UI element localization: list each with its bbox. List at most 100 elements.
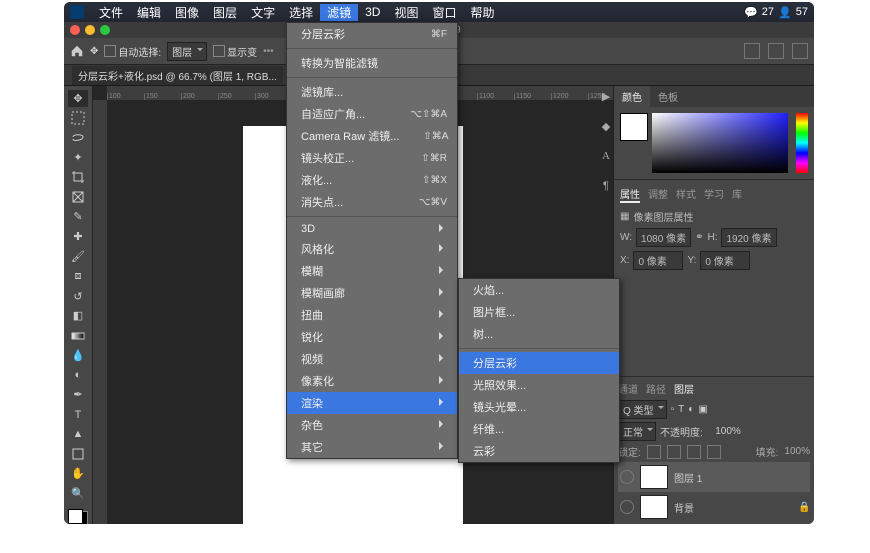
- blend-mode-select[interactable]: 正常: [618, 422, 656, 441]
- filter-submenu-item[interactable]: 杂色: [287, 414, 457, 436]
- render-menu-item[interactable]: 分层云彩: [459, 352, 619, 374]
- share-icon[interactable]: [792, 43, 808, 59]
- tool-shape[interactable]: [68, 446, 88, 463]
- menu-select[interactable]: 选择: [282, 4, 320, 21]
- filter-submenu-item[interactable]: 锐化: [287, 326, 457, 348]
- width-field[interactable]: 1080 像素: [636, 228, 691, 247]
- tool-crop[interactable]: [68, 169, 88, 186]
- filter-icon-4[interactable]: ▣: [698, 404, 707, 415]
- tab-learn[interactable]: 学习: [704, 186, 724, 203]
- x-field[interactable]: 0 像素: [633, 251, 683, 270]
- brushes-panel-icon[interactable]: ◆: [598, 118, 614, 134]
- color-field[interactable]: [652, 113, 788, 173]
- tab-layers[interactable]: 图层: [674, 381, 694, 396]
- char-panel-icon[interactable]: A: [598, 148, 614, 164]
- render-menu-item[interactable]: 纤维...: [459, 418, 619, 440]
- home-icon[interactable]: [70, 44, 84, 58]
- filter-submenu-item[interactable]: 模糊画廊: [287, 282, 457, 304]
- tool-gradient[interactable]: [68, 327, 88, 344]
- tool-zoom[interactable]: 🔍: [68, 485, 88, 502]
- opacity-value[interactable]: 100%: [707, 426, 741, 437]
- menu-view[interactable]: 视图: [387, 4, 425, 21]
- filter-icon-1[interactable]: ▫: [671, 404, 675, 415]
- tab-styles[interactable]: 样式: [676, 186, 696, 203]
- tool-eraser[interactable]: ◧: [68, 307, 88, 324]
- tool-type[interactable]: T: [68, 406, 88, 423]
- height-field[interactable]: 1920 像素: [721, 228, 776, 247]
- align-options[interactable]: •••: [263, 46, 274, 57]
- render-menu-item[interactable]: 镜头光晕...: [459, 396, 619, 418]
- filter-last-used[interactable]: 分层云彩 ⌘F: [287, 23, 457, 45]
- search-icon[interactable]: [744, 43, 760, 59]
- tool-wand[interactable]: ✦: [68, 149, 88, 166]
- convert-smart-filter[interactable]: 转换为智能滤镜: [287, 52, 457, 74]
- tab-color[interactable]: 颜色: [614, 86, 650, 107]
- layer-filter-type[interactable]: Q 类型: [618, 400, 667, 419]
- close-window-button[interactable]: [70, 25, 80, 35]
- lock-brush-icon[interactable]: [667, 445, 681, 459]
- render-menu-item[interactable]: 图片框...: [459, 301, 619, 323]
- filter-submenu-item[interactable]: 扭曲: [287, 304, 457, 326]
- auto-select-check[interactable]: 自动选择:: [104, 44, 161, 59]
- menu-edit[interactable]: 编辑: [130, 4, 168, 21]
- filter-menu-item[interactable]: 液化...⇧⌘X: [287, 169, 457, 191]
- filter-menu-item[interactable]: 镜头校正...⇧⌘R: [287, 147, 457, 169]
- tab-paths[interactable]: 路径: [646, 381, 666, 396]
- menu-image[interactable]: 图像: [168, 4, 206, 21]
- fill-value[interactable]: 100%: [784, 446, 810, 457]
- history-panel-icon[interactable]: ▶: [598, 88, 614, 104]
- tool-blur[interactable]: 💧: [68, 347, 88, 364]
- render-menu-item[interactable]: 光照效果...: [459, 374, 619, 396]
- filter-submenu-item[interactable]: 模糊: [287, 260, 457, 282]
- maximize-window-button[interactable]: [100, 25, 110, 35]
- filter-icon-3[interactable]: ◐: [688, 404, 694, 415]
- layer-row-1[interactable]: 图层 1: [618, 462, 810, 492]
- tool-stamp[interactable]: ⧈: [68, 268, 88, 285]
- tool-dodge[interactable]: ◐: [68, 367, 88, 384]
- minimize-window-button[interactable]: [85, 25, 95, 35]
- menu-help[interactable]: 帮助: [463, 4, 501, 21]
- color-swatches[interactable]: [68, 509, 88, 524]
- filter-menu-item[interactable]: 滤镜库...: [287, 81, 457, 103]
- tool-frame[interactable]: [68, 189, 88, 206]
- y-field[interactable]: 0 像素: [700, 251, 750, 270]
- layer-thumbnail[interactable]: [640, 465, 668, 489]
- filter-submenu-item[interactable]: 其它: [287, 436, 457, 458]
- document-tab[interactable]: 分层云彩+液化.psd @ 66.7% (图层 1, RGB...: [72, 66, 283, 85]
- lock-position-icon[interactable]: [687, 445, 701, 459]
- foreground-swatch[interactable]: [68, 509, 83, 524]
- color-swatch[interactable]: [620, 113, 648, 141]
- layer-name[interactable]: 图层 1: [674, 470, 702, 485]
- tab-channels[interactable]: 通道: [618, 381, 638, 396]
- filter-submenu-item[interactable]: 3D: [287, 220, 457, 238]
- tool-path-select[interactable]: ▲: [68, 426, 88, 443]
- lock-all-icon[interactable]: [707, 445, 721, 459]
- tool-move[interactable]: ✥: [68, 90, 88, 107]
- filter-menu-item[interactable]: 消失点...⌥⌘V: [287, 191, 457, 213]
- visibility-toggle-icon[interactable]: [620, 470, 634, 484]
- auto-select-target[interactable]: 图层: [167, 42, 207, 61]
- layer-name[interactable]: 背景: [674, 500, 694, 515]
- filter-submenu-item[interactable]: 视频: [287, 348, 457, 370]
- show-transform-check[interactable]: 显示变: [213, 44, 257, 59]
- menu-layer[interactable]: 图层: [206, 4, 244, 21]
- render-menu-item[interactable]: 云彩: [459, 440, 619, 462]
- filter-submenu-item[interactable]: 渲染: [287, 392, 457, 414]
- layer-thumbnail[interactable]: [640, 495, 668, 519]
- tool-marquee[interactable]: [68, 110, 88, 127]
- tab-libraries[interactable]: 库: [732, 186, 742, 203]
- tool-brush[interactable]: 🖌: [68, 248, 88, 265]
- lock-transparency-icon[interactable]: [647, 445, 661, 459]
- filter-icon-2[interactable]: T: [678, 404, 684, 415]
- tab-properties[interactable]: 属性: [620, 186, 640, 203]
- menu-3d[interactable]: 3D: [358, 5, 387, 19]
- tool-pen[interactable]: ✒: [68, 386, 88, 403]
- tool-lasso[interactable]: [68, 130, 88, 147]
- filter-menu-item[interactable]: Camera Raw 滤镜...⇧⌘A: [287, 125, 457, 147]
- menu-filter[interactable]: 滤镜: [320, 4, 358, 21]
- link-wh-icon[interactable]: ⚭: [695, 232, 703, 243]
- menu-window[interactable]: 窗口: [425, 4, 463, 21]
- render-menu-item[interactable]: 树...: [459, 323, 619, 345]
- filter-menu-item[interactable]: 自适应广角...⌥⇧⌘A: [287, 103, 457, 125]
- menu-type[interactable]: 文字: [244, 4, 282, 21]
